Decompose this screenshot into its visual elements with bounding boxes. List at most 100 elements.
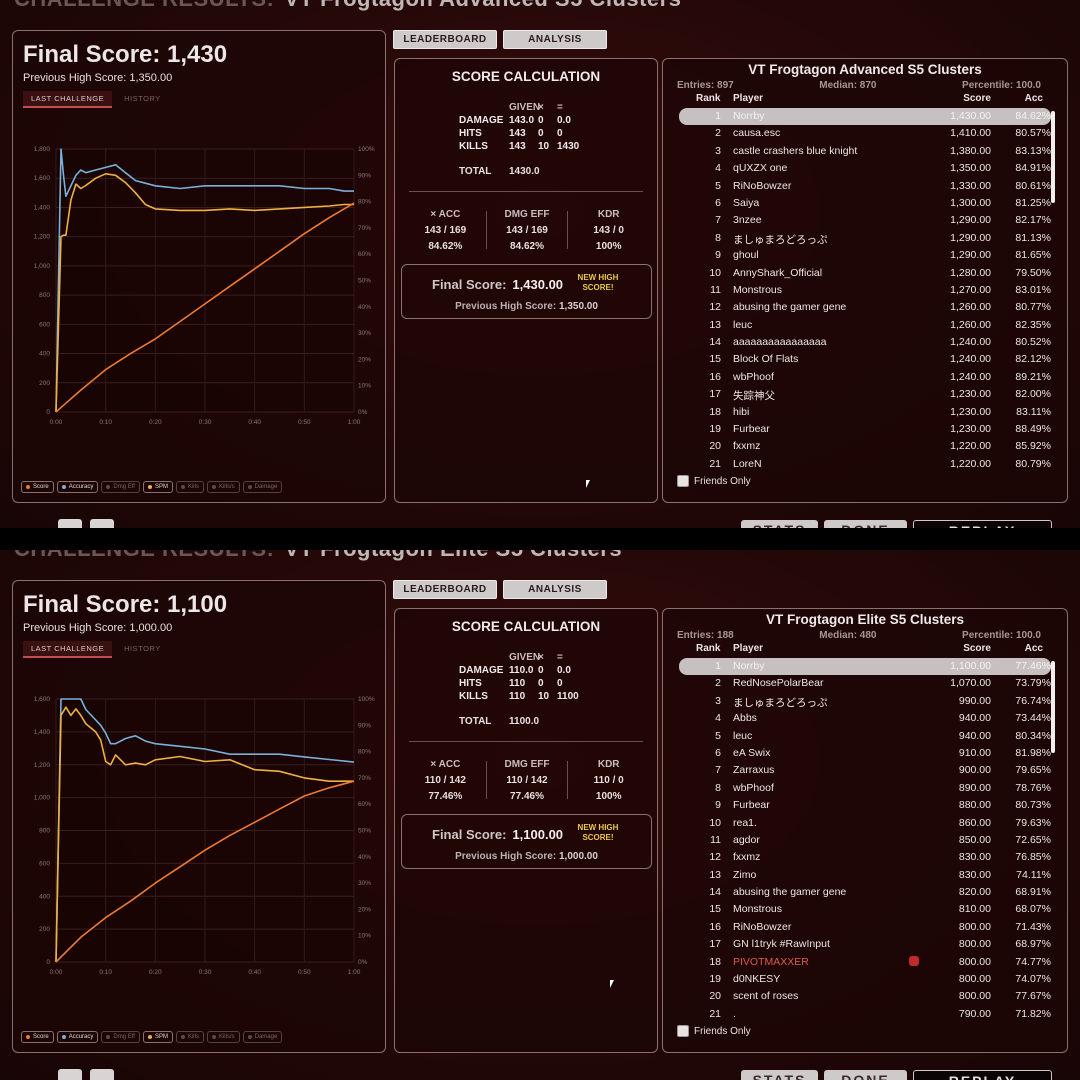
friends-only-toggle[interactable]: Friends Only (677, 475, 751, 487)
leaderboard-row[interactable]: 9 ghoul 1,290.00 81.65% (679, 247, 1051, 264)
row-player: ghoul (733, 249, 759, 262)
leaderboard-row[interactable]: 7 Zarraxus 900.00 79.65% (679, 762, 1051, 779)
row-accuracy: 71.43% (1015, 920, 1051, 933)
share-icon[interactable] (90, 1069, 114, 1080)
stats-button[interactable]: STATS (741, 1070, 818, 1080)
row-accuracy: 83.13% (1015, 144, 1051, 157)
leaderboard-row[interactable]: 6 Saiya 1,300.00 81.25% (679, 195, 1051, 212)
leaderboard-row[interactable]: 13 Zimo 830.00 74.11% (679, 867, 1051, 884)
leaderboard-row[interactable]: 21 LoreN 1,220.00 80.79% (679, 456, 1051, 473)
tab-last-challenge[interactable]: LAST CHALLENGE (23, 91, 113, 108)
leaderboard-row[interactable]: 19 d0NKESY 800.00 74.07% (679, 971, 1051, 988)
calc-row-hits: HITS 143 0 0 (459, 127, 597, 140)
leaderboard-row[interactable]: 5 leuc 940.00 80.34% (679, 728, 1051, 745)
row-accuracy: 76.85% (1015, 851, 1051, 864)
friends-only-checkbox[interactable] (677, 1025, 689, 1037)
leaderboard-row[interactable]: 7 3nzee 1,290.00 82.17% (679, 212, 1051, 229)
row-rank: 6 (715, 196, 721, 209)
legend-item-kills-s[interactable]: Kills/s (206, 1031, 240, 1043)
leaderboard-tab-button[interactable]: LEADERBOARD (393, 580, 497, 599)
leaderboard-row-self[interactable]: 1 Norrby 1,100.00 77.46% (679, 658, 1051, 676)
leaderboard-row[interactable]: 4 qUXZX one 1,350.00 84.91% (679, 160, 1051, 177)
replay-button[interactable]: REPLAY (913, 1070, 1052, 1080)
leaderboard-scrollbar[interactable] (1051, 661, 1055, 753)
leaderboard-row[interactable]: 10 rea1. 860.00 79.63% (679, 815, 1051, 832)
friends-only-checkbox[interactable] (677, 475, 689, 487)
leaderboard-row[interactable]: 13 leuc 1,260.00 82.35% (679, 317, 1051, 334)
final-score-line: Final Score: 1,430.00 (432, 277, 563, 292)
legend-item-kills[interactable]: Kills (175, 481, 204, 493)
row-player: PIVOTMAXXER (733, 955, 809, 968)
legend-item-damage[interactable]: Damage (242, 1031, 283, 1043)
leaderboard-scrollbar[interactable] (1051, 111, 1055, 203)
leaderboard-row[interactable]: 15 Block Of Flats 1,240.00 82.12% (679, 351, 1051, 368)
legend-item-spm[interactable]: SPM (142, 1031, 173, 1043)
leaderboard-row[interactable]: 18 PIVOTMAXXER 800.00 74.77% (679, 954, 1051, 971)
leaderboard-row[interactable]: 11 agdor 850.00 72.65% (679, 832, 1051, 849)
leaderboard-row[interactable]: 14 abusing the gamer gene 820.00 68.91% (679, 884, 1051, 901)
done-button[interactable]: DONE (824, 1070, 907, 1080)
legend-item-kills[interactable]: Kills (175, 1031, 204, 1043)
row-score: 1,290.00 (950, 249, 991, 262)
row-player: RiNoBowzer (733, 179, 792, 192)
leaderboard-row[interactable]: 21. 790.00 71.82% (679, 1006, 1051, 1023)
leaderboard-row[interactable]: 20 scent of roses 800.00 77.67% (679, 988, 1051, 1005)
leaderboard-row[interactable]: 18 hibi 1,230.00 83.11% (679, 404, 1051, 421)
calc-row-damage: DAMAGE 110.0 0 0.0 (459, 664, 597, 677)
leaderboard-row[interactable]: 19 Furbear 1,230.00 88.49% (679, 421, 1051, 438)
leaderboard-row[interactable]: 5 RiNoBowzer 1,330.00 80.61% (679, 178, 1051, 195)
leaderboard-row[interactable]: 11 Monstrous 1,270.00 83.01% (679, 282, 1051, 299)
legend-item-dmg-eff[interactable]: Dmg Eff (101, 1031, 140, 1043)
leaderboard-row[interactable]: 8 ましゅまろどろっぷ 1,290.00 81.13% (679, 230, 1051, 247)
legend-item-spm[interactable]: SPM (142, 481, 173, 493)
leaderboard-row[interactable]: 6 eA Swix 910.00 81.98% (679, 745, 1051, 762)
row-accuracy: 80.57% (1015, 127, 1051, 140)
leaderboard-row[interactable]: 17 GN l1tryk #RawInput 800.00 68.97% (679, 936, 1051, 953)
legend-item-score[interactable]: Score (21, 481, 54, 493)
final-score-label: Final Score: (432, 277, 507, 292)
leaderboard-row[interactable]: 20 fxxmz 1,220.00 85.92% (679, 438, 1051, 455)
leaderboard-row[interactable]: 3 castle crashers blue knight 1,380.00 83.1… (679, 143, 1051, 160)
y-right-tick-label: 100% (358, 146, 375, 153)
y-left-tick-label: 200 (39, 926, 50, 933)
leaderboard-row[interactable]: 12 fxxmz 830.00 76.85% (679, 849, 1051, 866)
leaderboard-row[interactable]: 2 RedNosePolarBear 1,070.00 73.79% (679, 675, 1051, 692)
tab-history[interactable]: HISTORY (116, 641, 169, 658)
analysis-tab-button[interactable]: ANALYSIS (503, 580, 607, 599)
leaderboard-row[interactable]: 16 wbPhoof 1,240.00 89.21% (679, 369, 1051, 386)
leaderboard-row-self[interactable]: 1 Norrby 1,430.00 84.62% (679, 108, 1051, 126)
leaderboard-row[interactable]: 10 AnnyShark_Official 1,280.00 79.50% (679, 265, 1051, 282)
row-accuracy: 88.49% (1015, 423, 1051, 436)
col-rank: Rank (696, 93, 721, 104)
x-tick-label: 0:20 (149, 969, 162, 976)
score-calculation-table: GIVEN × = DAMAGE 110.0 0 0.0 HITS 110 0 … (459, 651, 597, 703)
leaderboard-row[interactable]: 2 causa.esc 1,410.00 80.57% (679, 125, 1051, 142)
leaderboard-row[interactable]: 14 aaaaaaaaaaaaaaaa 1,240.00 80.52% (679, 334, 1051, 351)
leaderboard-row[interactable]: 8 wbPhoof 890.00 78.76% (679, 780, 1051, 797)
leaderboard-row[interactable]: 15 Monstrous 810.00 68.07% (679, 901, 1051, 918)
legend-item-kills-s[interactable]: Kills/s (206, 481, 240, 493)
friends-only-toggle[interactable]: Friends Only (677, 1025, 751, 1037)
leaderboard-row[interactable]: 12 abusing the gamer gene 1,260.00 80.77% (679, 299, 1051, 316)
analysis-tab-button[interactable]: ANALYSIS (503, 30, 607, 49)
calc-row-kills: KILLS 143 10 1430 (459, 140, 597, 153)
legend-item-dmg-eff[interactable]: Dmg Eff (101, 481, 140, 493)
row-player: Monstrous (733, 283, 783, 296)
leaderboard-tab-button[interactable]: LEADERBOARD (393, 30, 497, 49)
legend-item-damage[interactable]: Damage (242, 481, 283, 493)
leaderboard-row[interactable]: 9 Furbear 880.00 80.73% (679, 797, 1051, 814)
x-tick-label: 0:40 (248, 419, 261, 426)
leaderboard-row[interactable]: 4 Abbs 940.00 73.44% (679, 710, 1051, 727)
row-player: GN l1tryk #RawInput (733, 938, 830, 951)
legend-item-accuracy[interactable]: Accuracy (56, 1031, 99, 1043)
legend-item-score[interactable]: Score (21, 1031, 54, 1043)
tab-last-challenge[interactable]: LAST CHALLENGE (23, 641, 113, 658)
tab-history[interactable]: HISTORY (116, 91, 169, 108)
divider (409, 191, 643, 192)
legend-label: Kills (187, 484, 199, 490)
legend-item-accuracy[interactable]: Accuracy (56, 481, 99, 493)
thumbs-up-icon[interactable] (58, 1069, 82, 1080)
leaderboard-row[interactable]: 17 失踪神父 1,230.00 82.00% (679, 386, 1051, 403)
leaderboard-row[interactable]: 16 RiNoBowzer 800.00 71.43% (679, 919, 1051, 936)
leaderboard-row[interactable]: 3 ましゅまろどろっぷ 990.00 76.74% (679, 693, 1051, 710)
